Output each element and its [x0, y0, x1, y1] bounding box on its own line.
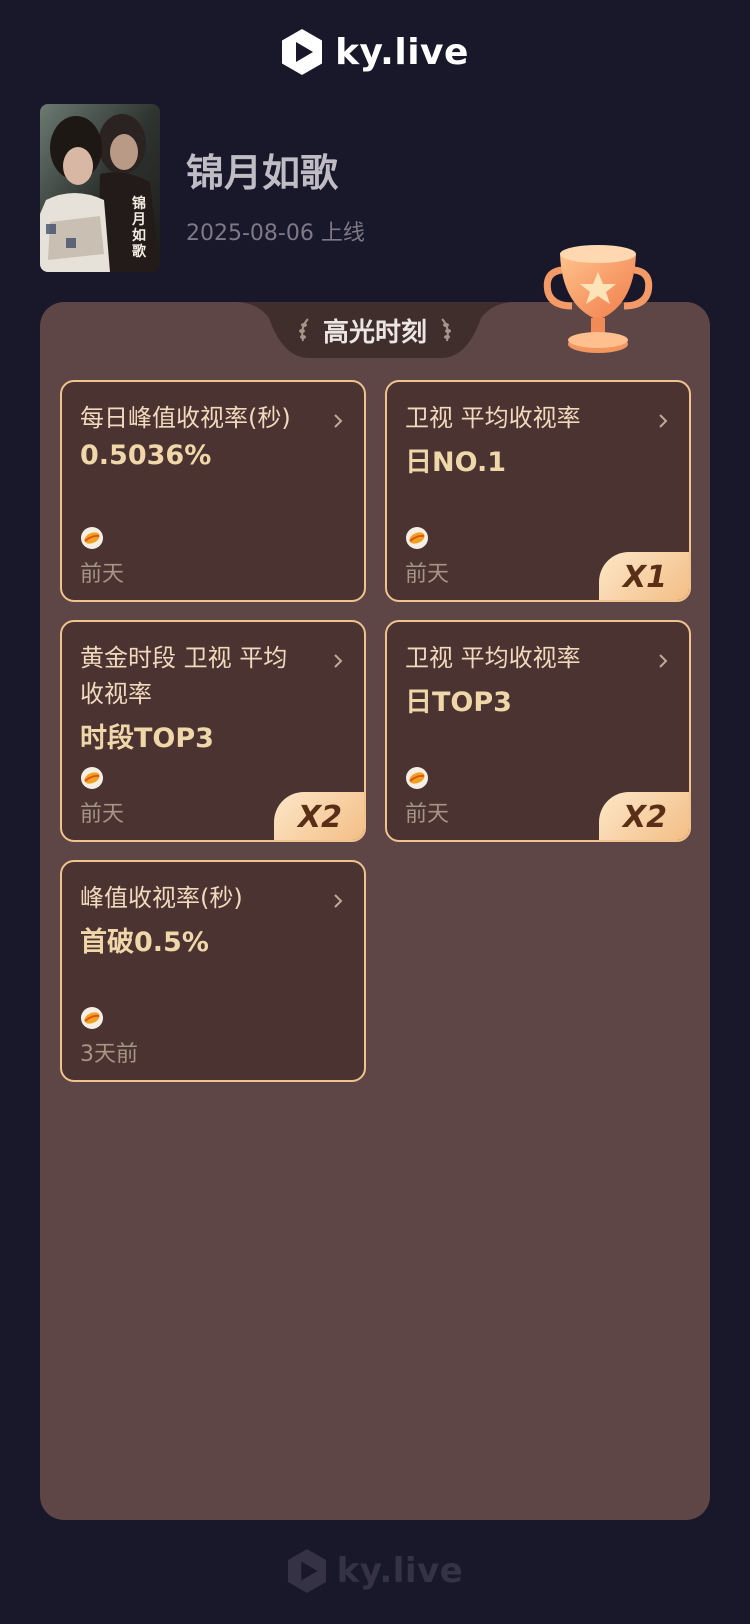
poster-title-text: 锦月如歌: [132, 196, 146, 260]
panel-title: 高光时刻: [235, 310, 515, 350]
card-value: 日NO.1: [405, 447, 506, 478]
highlight-card[interactable]: 黄金时段 卫视 平均收视率 时段TOP3 前天 X2: [60, 620, 366, 842]
show-title: 锦月如歌: [186, 151, 339, 195]
highlight-card[interactable]: 峰值收视率(秒) 首破0.5% 3天前: [60, 860, 366, 1082]
release-date: 2025-08-06 上线: [186, 221, 365, 246]
highlights-panel: 高光时刻 每日峰值收视率(秒) 0.5036% 前天 卫视 平均收视率 日NO.…: [40, 245, 710, 1520]
card-value: 0.5036%: [80, 440, 212, 471]
footer-brand-name: ky.live: [336, 1551, 464, 1591]
highlight-card[interactable]: 卫视 平均收视率 日TOP3 前天 X2: [385, 620, 691, 842]
chevron-right-icon: [659, 654, 668, 668]
card-time: 前天: [80, 562, 125, 587]
card-time: 前天: [405, 802, 450, 827]
trophy-icon: [543, 245, 653, 353]
tv-channel-icon: [406, 767, 428, 789]
count-badge: X2: [274, 792, 364, 840]
count-badge: X1: [599, 552, 689, 600]
card-title: 黄金时段 卫视 平均收视率: [80, 644, 288, 708]
show-header: 锦月如歌 锦月如歌 2025-08-06 上线: [40, 104, 365, 272]
show-info: 锦月如歌 2025-08-06 上线: [186, 142, 365, 247]
footer-watermark: ky.live: [0, 1548, 750, 1594]
card-title: 卫视 平均收视率: [405, 644, 581, 672]
highlight-card[interactable]: 每日峰值收视率(秒) 0.5036% 前天: [60, 380, 366, 602]
chevron-right-icon: [334, 414, 343, 428]
tv-channel-icon: [81, 767, 103, 789]
chevron-right-icon: [659, 414, 668, 428]
card-value: 时段TOP3: [80, 723, 214, 754]
tv-channel-icon: [81, 1007, 103, 1029]
laurel-left-icon: [298, 318, 309, 342]
card-value: 首破0.5%: [80, 927, 209, 958]
count-badge: X2: [599, 792, 689, 840]
card-time: 前天: [80, 802, 125, 827]
card-title: 峰值收视率(秒): [80, 884, 243, 912]
ky-live-logo-icon: [282, 29, 323, 75]
ky-live-logo-icon: [287, 1549, 326, 1593]
chevron-right-icon: [334, 894, 343, 908]
chevron-right-icon: [334, 654, 343, 668]
tv-channel-icon: [81, 527, 103, 549]
tv-channel-icon: [406, 527, 428, 549]
card-title: 卫视 平均收视率: [405, 404, 581, 432]
laurel-right-icon: [441, 318, 451, 342]
brand-name: ky.live: [335, 31, 469, 73]
card-value: 日TOP3: [405, 687, 512, 718]
header-logo: ky.live: [0, 28, 750, 76]
panel-title-text: 高光时刻: [322, 317, 427, 348]
card-time: 3天前: [80, 1042, 138, 1067]
show-poster[interactable]: 锦月如歌: [40, 104, 160, 272]
card-time: 前天: [405, 562, 450, 587]
highlight-card[interactable]: 卫视 平均收视率 日NO.1 前天 X1: [385, 380, 691, 602]
card-title: 每日峰值收视率(秒): [80, 404, 291, 432]
